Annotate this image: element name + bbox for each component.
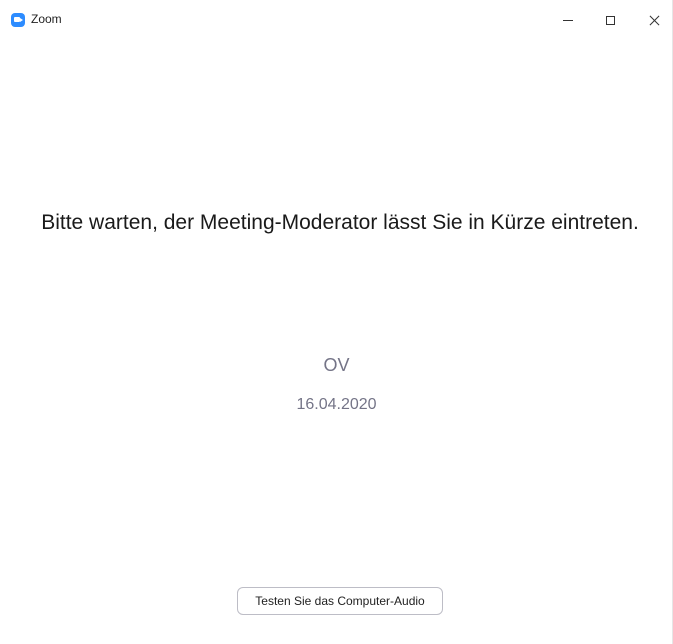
- zoom-camera-icon: [11, 13, 25, 27]
- minimize-button[interactable]: [546, 5, 590, 35]
- meeting-name: OV: [323, 355, 350, 375]
- close-button[interactable]: [632, 5, 673, 35]
- window-title: Zoom: [31, 12, 62, 26]
- maximize-button[interactable]: [588, 5, 632, 35]
- maximize-icon: [605, 15, 615, 25]
- waiting-message: Bitte warten, der Meeting-Moderator läss…: [41, 211, 639, 234]
- meeting-date: 16.04.2020: [296, 396, 377, 413]
- zoom-window: Zoom Bitte warten, der Meeting-Moderator…: [0, 0, 673, 644]
- minimize-icon: [563, 19, 573, 21]
- test-computer-audio-button[interactable]: Testen Sie das Computer-Audio: [237, 587, 443, 615]
- title-bar: Zoom: [0, 0, 672, 38]
- close-icon: [649, 15, 660, 26]
